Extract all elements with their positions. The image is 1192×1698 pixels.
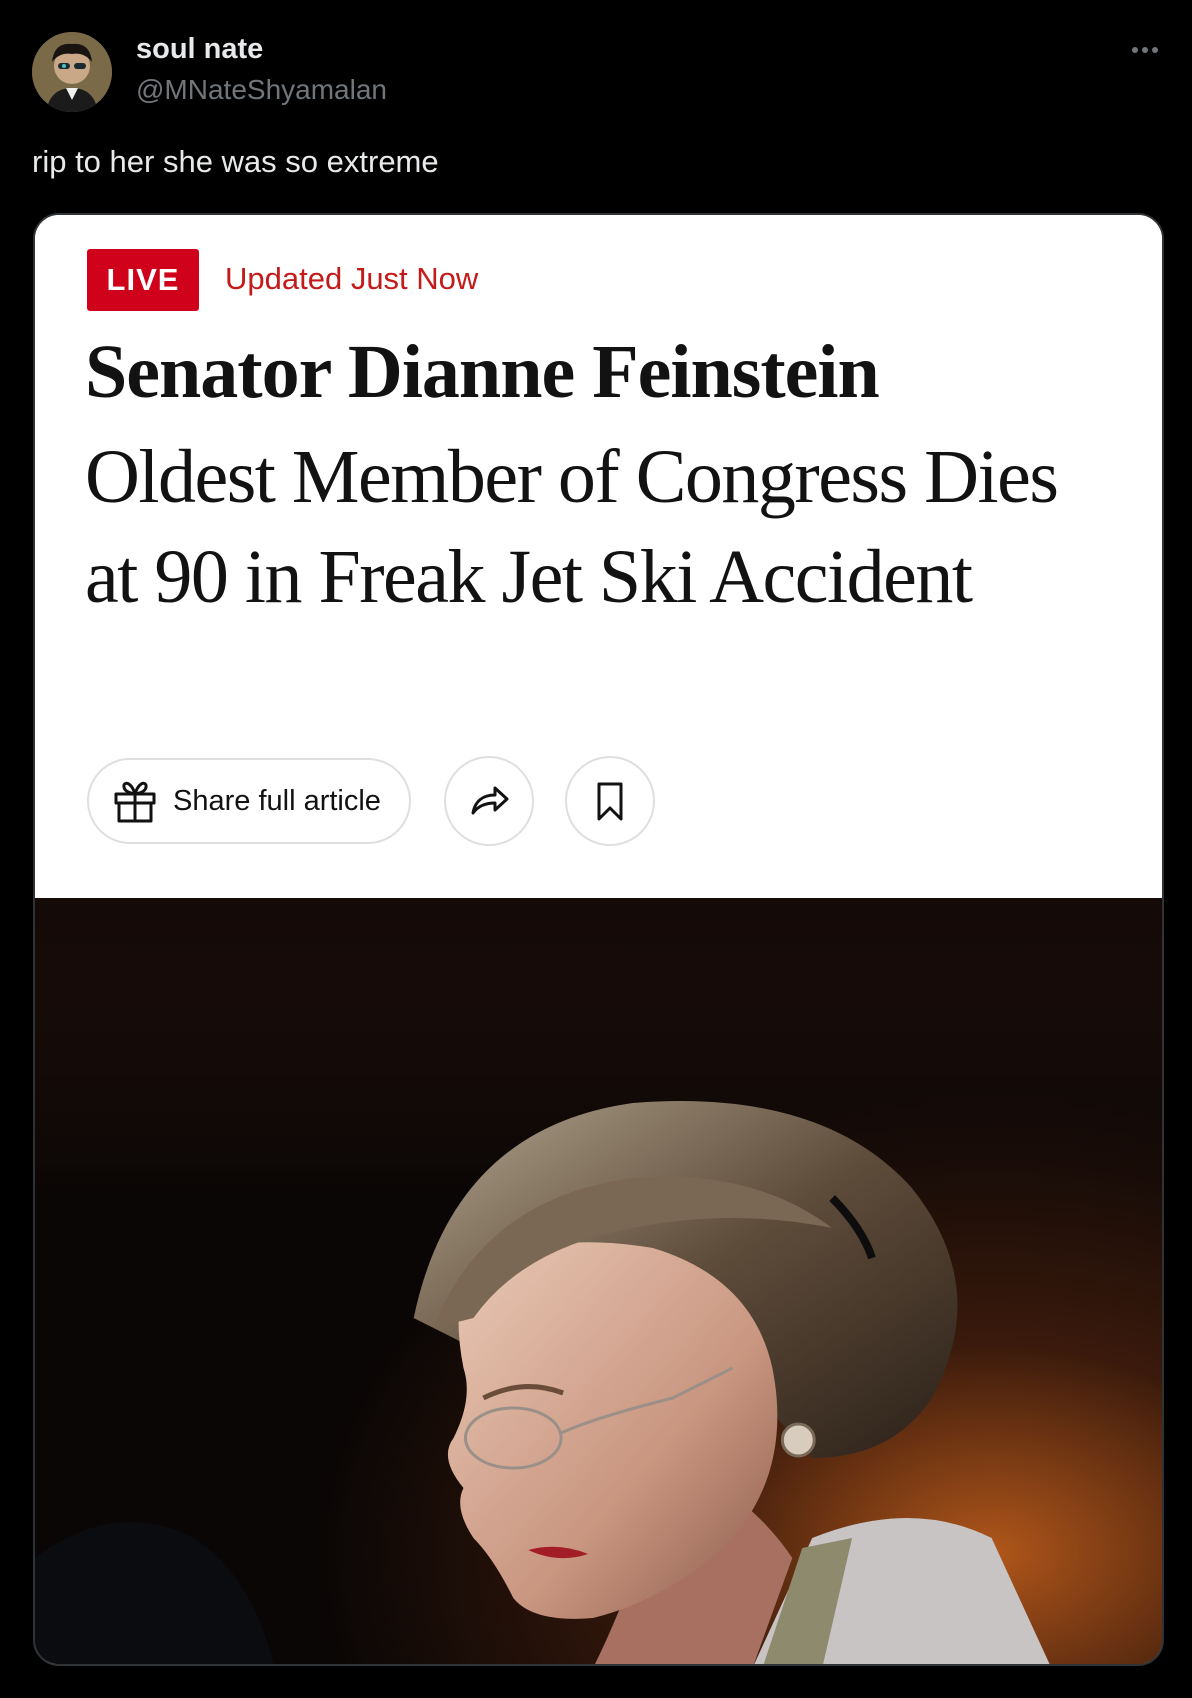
share-button-label: Share full article	[173, 784, 381, 817]
article-photo	[35, 898, 1162, 1664]
more-icon[interactable]	[1128, 38, 1162, 62]
updated-label: Updated Just Now	[225, 261, 479, 296]
bookmark-button[interactable]	[565, 756, 655, 846]
user-handle[interactable]: @MNateShyamalan	[136, 74, 387, 106]
forward-button[interactable]	[444, 756, 534, 846]
forward-arrow-icon	[471, 786, 509, 815]
live-badge: LIVE	[87, 249, 199, 311]
headline-rest: Oldest Member of Congress Dies at 90 in …	[85, 435, 1059, 619]
avatar[interactable]	[32, 32, 112, 112]
article-card[interactable]: LIVE Updated Just Now Senator Dianne Fei…	[33, 213, 1164, 1666]
display-name[interactable]: soul nate	[136, 33, 263, 66]
gift-icon	[114, 781, 156, 823]
avatar-image	[32, 32, 112, 112]
headline-bold: Senator Dianne Feinstein	[85, 330, 880, 414]
article-header: LIVE Updated Just Now Senator Dianne Fei…	[35, 215, 1162, 898]
bookmark-icon	[597, 782, 623, 821]
tweet-text: rip to her she was so extreme	[32, 144, 439, 179]
tweet: soul nate @MNateShyamalan rip to her she…	[0, 0, 1192, 1698]
share-full-article-button[interactable]: Share full article	[87, 758, 411, 844]
